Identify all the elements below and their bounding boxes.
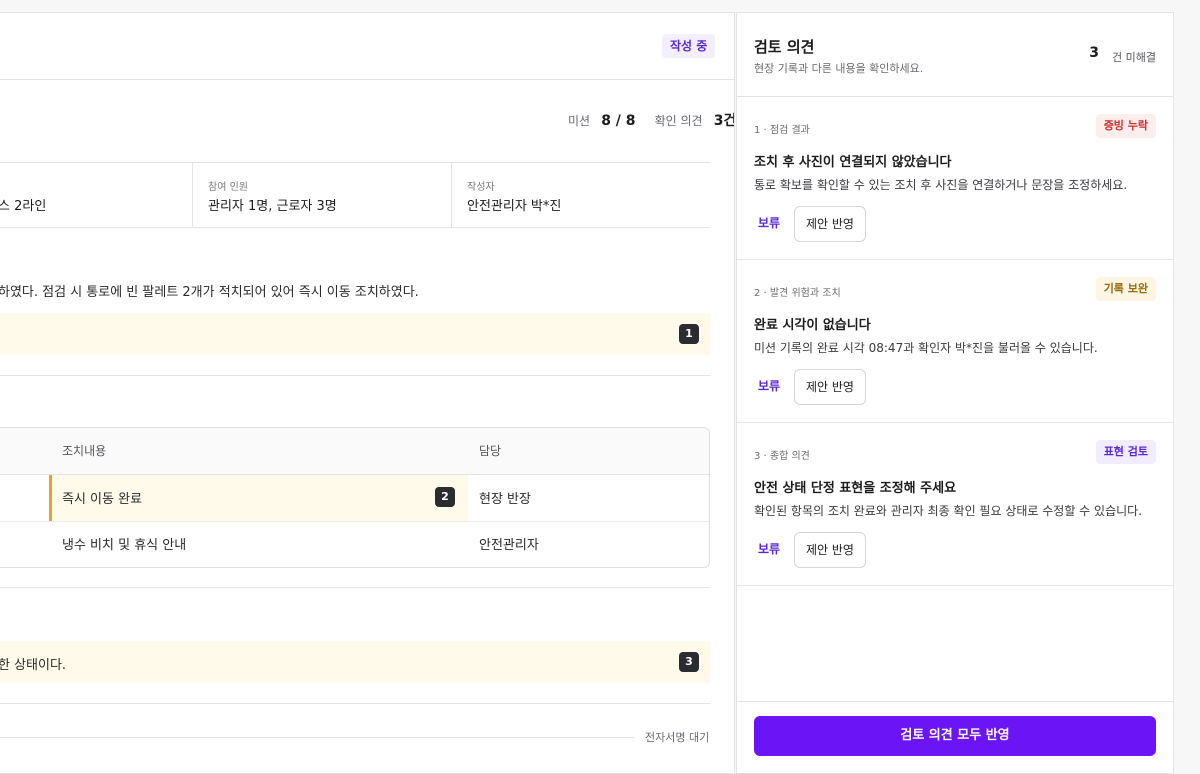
- column-header-owner: 담당: [479, 444, 502, 458]
- card-description: 통로 확보를 확인할 수 있는 조치 후 사진을 연결하거나 문장을 조정하세요…: [754, 178, 1128, 192]
- inspection-paragraph: 하였다. 점검 시 통로에 빈 팔레트 2개가 적치되어 있어 즉시 이동 조치…: [0, 285, 419, 300]
- hold-button[interactable]: 보류: [758, 214, 780, 231]
- report-document: 작성 중 미션 8 / 8 확인 의견 3건 스 2라인 참여 인원 관리자 1…: [0, 12, 735, 774]
- card-badge: 기록 보완: [1095, 277, 1156, 301]
- card-section: 2 · 발견 위험과 조치: [754, 288, 841, 299]
- hold-button[interactable]: 보류: [758, 540, 780, 557]
- table-header: 조치내용 담당: [0, 428, 709, 475]
- table-cell-owner: 현장 반장: [479, 492, 531, 507]
- apply-suggestion-button[interactable]: 제안 반영: [794, 206, 866, 242]
- meta-participants-value: 관리자 1명, 근로자 3명: [208, 199, 337, 214]
- review-marker-1[interactable]: 1: [679, 324, 699, 344]
- card-description: 확인된 항목의 조치 완료와 관리자 최종 확인 필요 상태로 수정할 수 있습…: [754, 504, 1143, 518]
- action-table: 조치내용 담당 즉시 이동 완료 2 현장 반장 냉수 비치 및 휴식 안내 안…: [0, 427, 710, 568]
- status-badge: 작성 중: [662, 34, 716, 58]
- apply-suggestion-button[interactable]: 제안 반영: [794, 369, 866, 405]
- meta-participants-label: 참여 인원: [208, 182, 248, 193]
- card-title: 완료 시각이 없습니다: [754, 318, 871, 333]
- opinion-value: 3건: [713, 113, 735, 129]
- panel-subtitle: 현장 기록과 다른 내용을 확인하세요.: [754, 62, 924, 75]
- table-cell-action: 냉수 비치 및 휴식 안내: [62, 538, 187, 553]
- card-description: 미션 기록의 완료 시각 08:47과 확인자 박*진을 불러올 수 있습니다.: [754, 341, 1098, 355]
- review-marker-2[interactable]: 2: [435, 487, 455, 507]
- card-section: 1 · 점검 결과: [754, 125, 810, 136]
- unresolved-suffix: 건 미해결: [1112, 51, 1156, 64]
- signature-status: 전자서명 대기: [645, 731, 710, 744]
- meta-author-label: 작성자: [467, 182, 495, 193]
- divider: [0, 227, 710, 228]
- divider: [0, 375, 710, 376]
- highlight-block-3[interactable]: 한 상태이다. 3: [0, 641, 710, 683]
- apply-suggestion-button[interactable]: 제안 반영: [794, 532, 866, 568]
- review-card: 2 · 발견 위험과 조치 기록 보완 완료 시각이 없습니다 미션 기록의 완…: [737, 260, 1173, 423]
- panel-title: 검토 의견: [754, 38, 815, 56]
- divider: [0, 587, 710, 588]
- highlight-block-1[interactable]: 1: [0, 313, 710, 355]
- meta-location-value: 스 2라인: [0, 199, 47, 214]
- divider: [451, 162, 452, 227]
- review-marker-3[interactable]: 3: [679, 652, 699, 672]
- review-panel: 검토 의견 현장 기록과 다른 내용을 확인하세요. 3 건 미해결 1 · 점…: [736, 12, 1174, 774]
- mission-label: 미션: [568, 114, 591, 128]
- hold-button[interactable]: 보류: [758, 377, 780, 394]
- divider: [0, 162, 710, 163]
- meta-author-value: 안전관리자 박*진: [467, 199, 562, 214]
- table-cell-owner: 안전관리자: [479, 538, 539, 553]
- unresolved-count: 3: [1089, 45, 1099, 61]
- column-header-action: 조치내용: [62, 444, 107, 458]
- divider: [737, 701, 1173, 702]
- review-card: 3 · 종합 의견 표현 검토 안전 상태 단정 표현을 조정해 주세요 확인된…: [737, 423, 1173, 586]
- card-badge: 표현 검토: [1095, 440, 1156, 464]
- table-cell-action: 즉시 이동 완료: [62, 492, 143, 507]
- divider: [0, 79, 734, 80]
- table-row[interactable]: 냉수 비치 및 휴식 안내 안전관리자: [0, 521, 709, 567]
- card-badge: 증빙 누락: [1095, 114, 1156, 138]
- table-row[interactable]: 즉시 이동 완료 2 현장 반장: [0, 475, 709, 522]
- card-section: 3 · 종합 의견: [754, 451, 810, 462]
- card-title: 조치 후 사진이 연결되지 않았습니다: [754, 155, 952, 170]
- signature-line: [0, 737, 634, 738]
- apply-all-button[interactable]: 검토 의견 모두 반영: [754, 716, 1156, 756]
- divider: [192, 162, 193, 227]
- opinion-label: 확인 의견: [654, 114, 703, 128]
- card-title: 안전 상태 단정 표현을 조정해 주세요: [754, 481, 957, 496]
- mission-value: 8 / 8: [601, 113, 636, 129]
- stats-bar: 미션 8 / 8 확인 의견 3건: [568, 110, 735, 130]
- review-card: 1 · 점검 결과 증빙 누락 조치 후 사진이 연결되지 않았습니다 통로 확…: [737, 97, 1173, 260]
- divider: [0, 703, 710, 704]
- summary-paragraph: 한 상태이다.: [0, 658, 67, 673]
